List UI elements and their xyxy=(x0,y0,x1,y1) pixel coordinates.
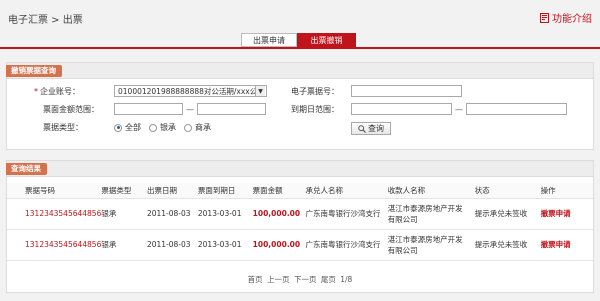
due-range-label: 到期日范围： xyxy=(291,104,339,114)
bill-no-cell[interactable]: 1312343545644856 xyxy=(7,198,102,230)
status-cell: 提示承兑未签收 xyxy=(474,198,541,230)
amount-max-input[interactable] xyxy=(197,103,266,115)
account-row: * 企业账号： 010001201988888888对公活期/xxx公 ▼ xyxy=(34,85,267,97)
amount-label: 票面金额范围： xyxy=(43,104,99,114)
bill-no-cell[interactable]: 1312343545644856 xyxy=(7,229,102,261)
acceptor-cell: 广东南粤银行沙湾支行 xyxy=(305,229,388,261)
type-cell: 银承 xyxy=(101,229,147,261)
radio-indicator[interactable] xyxy=(184,123,192,132)
radio-type-commercial[interactable]: 商承 xyxy=(184,122,211,133)
issue-date-cell: 2011-08-03 xyxy=(146,229,198,261)
due-end-input[interactable] xyxy=(466,103,567,115)
range-dash: — xyxy=(186,104,194,114)
payee-cell: 湛江市泰源房地产开发 有限公司 xyxy=(387,198,475,230)
col-type: 票据类型 xyxy=(101,183,147,199)
col-due-date: 票面到期日 xyxy=(197,183,253,199)
amount-cell: 100,000.00 xyxy=(252,198,306,230)
pager-next[interactable]: 下一页 xyxy=(294,275,317,284)
revoke-apply-link[interactable]: 撤票申请 xyxy=(540,229,593,261)
amount-row: 票面金额范围： — xyxy=(43,103,266,115)
query-row: 查询 xyxy=(351,122,391,135)
tab-issue-apply[interactable]: 出票申请 xyxy=(241,33,297,47)
due-range-row: 到期日范围： — xyxy=(291,103,567,115)
result-table: 票据号码 票据类型 出票日期 票面到期日 票面金额 承兑人名称 收款人名称 状态… xyxy=(7,183,593,261)
breadcrumb: 电子汇票 > 出票 xyxy=(8,15,83,26)
query-button-label: 查询 xyxy=(368,124,384,133)
radio-indicator[interactable] xyxy=(149,123,157,132)
account-select[interactable]: 010001201988888888对公活期/xxx公 ▼ xyxy=(114,85,267,97)
bill-no-row: 电子票据号： xyxy=(291,85,462,97)
pager-page: 1/8 xyxy=(340,275,353,284)
col-status: 状态 xyxy=(474,183,541,199)
due-start-input[interactable] xyxy=(351,103,452,115)
result-panel-header: 查询结果 xyxy=(6,161,593,177)
table-row: 1312343545644856 银承 2011-08-03 2013-03-0… xyxy=(7,198,593,230)
revoke-apply-link[interactable]: 撤票申请 xyxy=(540,198,593,230)
search-icon xyxy=(358,124,366,133)
radio-type-bank[interactable]: 银承 xyxy=(149,122,176,133)
col-issue-date: 出票日期 xyxy=(146,183,198,199)
col-bill-no: 票据号码 xyxy=(7,183,102,199)
acceptor-cell: 广东南粤银行沙湾支行 xyxy=(305,198,388,230)
col-amount: 票面金额 xyxy=(252,183,306,199)
col-acceptor: 承兑人名称 xyxy=(305,183,388,199)
result-panel-title: 查询结果 xyxy=(6,163,47,175)
payee-cell: 湛江市泰源房地产开发 有限公司 xyxy=(387,229,475,261)
pager-last[interactable]: 尾页 xyxy=(321,275,336,284)
status-cell: 提示承兑未签收 xyxy=(474,229,541,261)
search-panel-title: 撤销票据查询 xyxy=(6,65,62,77)
account-select-value: 010001201988888888对公活期/xxx公 xyxy=(118,86,255,96)
due-date-cell: 2013-03-01 xyxy=(197,198,253,230)
result-panel: 查询结果 票据号码 票据类型 出票日期 票面到期日 票面金额 承兑人名称 收款人… xyxy=(6,160,594,293)
query-button[interactable]: 查询 xyxy=(351,122,391,135)
table-header-row: 票据号码 票据类型 出票日期 票面到期日 票面金额 承兑人名称 收款人名称 状态… xyxy=(7,183,593,199)
pager-prev[interactable]: 上一页 xyxy=(267,275,290,284)
col-payee: 收款人名称 xyxy=(387,183,475,199)
radio-indicator[interactable] xyxy=(114,123,122,132)
search-panel: 撤销票据查询 * 企业账号： 010001201988888888对公活期/xxx… xyxy=(6,62,594,150)
col-action: 操作 xyxy=(540,183,593,199)
amount-cell: 100,000.00 xyxy=(252,229,306,261)
issue-date-cell: 2011-08-03 xyxy=(146,198,198,230)
range-dash: — xyxy=(455,104,463,114)
search-panel-header: 撤销票据查询 xyxy=(6,63,593,79)
pager-first[interactable]: 首页 xyxy=(248,275,263,284)
table-row: 1312343545644856 银承 2011-08-03 2013-03-0… xyxy=(7,229,593,261)
radio-type-all[interactable]: 全部 xyxy=(114,122,141,133)
tab-underline xyxy=(0,47,600,49)
bill-no-input[interactable] xyxy=(351,85,462,97)
account-label: * 企业账号： xyxy=(34,86,80,96)
tab-issue-revoke[interactable]: 出票撤销 xyxy=(297,33,356,47)
bill-no-label: 电子票据号： xyxy=(291,86,339,96)
bill-type-label: 票据类型： xyxy=(43,123,83,132)
function-intro-link[interactable]: 功能介绍 xyxy=(540,10,592,25)
function-intro-label: 功能介绍 xyxy=(552,14,592,25)
top-bar: 电子汇票 > 出票 功能介绍 xyxy=(0,0,600,34)
tab-bar: 出票申请 出票撤销 xyxy=(241,33,356,47)
type-cell: 银承 xyxy=(101,198,147,230)
pager: 首页 上一页 下一页 尾页 1/8 xyxy=(7,274,593,285)
book-icon xyxy=(540,12,549,23)
due-date-cell: 2013-03-01 xyxy=(197,229,253,261)
bill-type-row: 票据类型： 全部 银承 商承 xyxy=(43,122,219,133)
chevron-down-icon[interactable]: ▼ xyxy=(255,86,265,96)
amount-min-input[interactable] xyxy=(114,103,183,115)
